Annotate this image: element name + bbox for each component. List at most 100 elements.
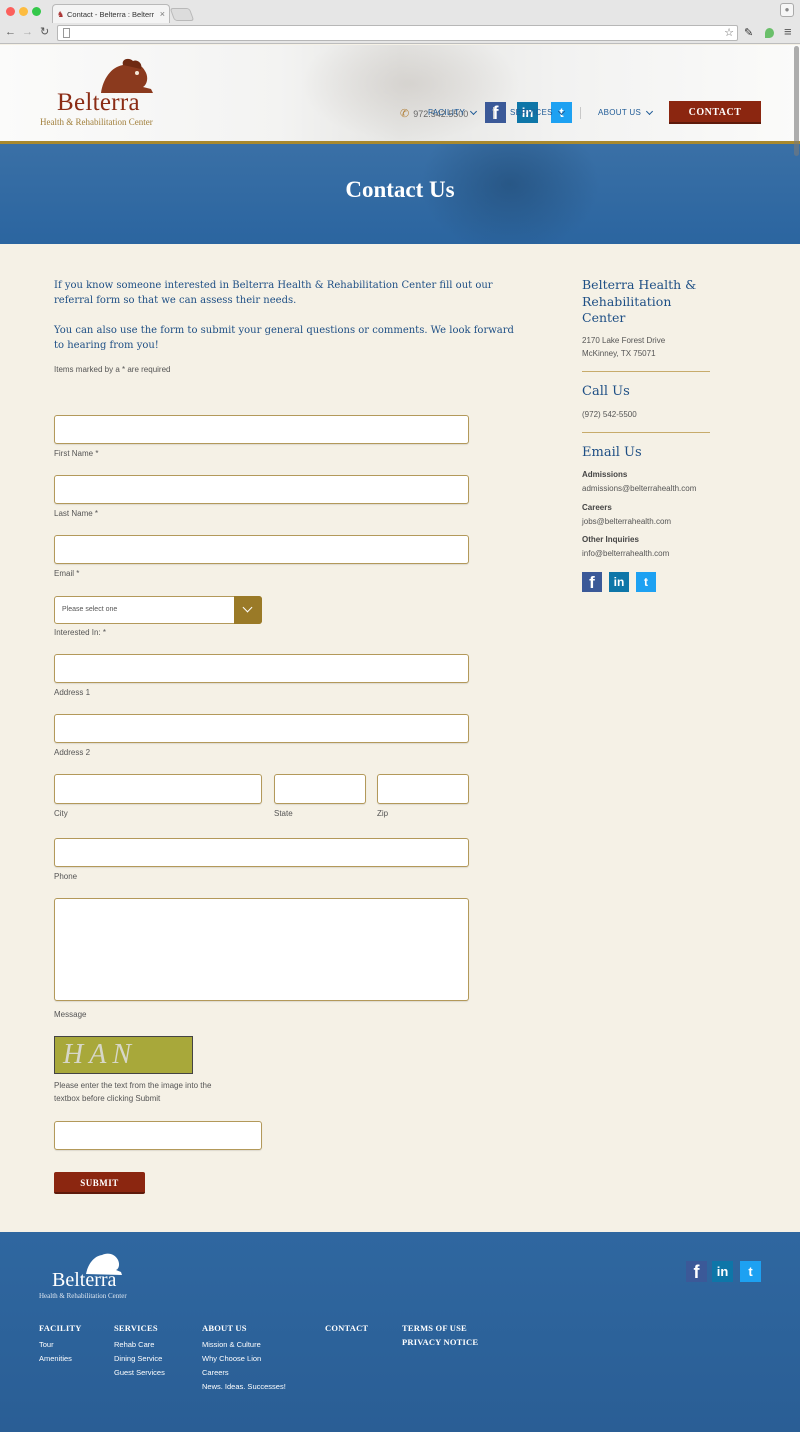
first-name-input[interactable] (54, 415, 469, 444)
footer-column-services: SERVICES Rehab Care Dining Service Guest… (114, 1323, 165, 1380)
sidebar-address-line1: 2170 Lake Forest Drive (582, 336, 666, 345)
footer-link[interactable]: Amenities (39, 1352, 82, 1366)
state-input[interactable] (274, 774, 366, 804)
minimize-window-button[interactable] (19, 7, 28, 16)
captcha-input[interactable] (54, 1121, 262, 1150)
footer-heading-terms[interactable]: TERMS OF USE (402, 1323, 478, 1333)
maximize-window-button[interactable] (32, 7, 41, 16)
email-us-heading: Email Us (582, 445, 642, 460)
last-name-label: Last Name * (54, 509, 99, 518)
nav-facility-label: FACILITY (428, 108, 466, 117)
page-title: Contact Us (345, 177, 455, 202)
logo-tagline: Health & Rehabilitation Center (40, 117, 153, 127)
footer-logo-tagline: Health & Rehabilitation Center (39, 1292, 127, 1300)
browser-menu-icon[interactable]: ≡ (784, 24, 792, 39)
zip-label: Zip (377, 809, 389, 818)
tab-title: Contact - Belterra : Belterr (67, 10, 155, 19)
intro-paragraph-secondary: You can also use the form to submit your… (54, 325, 514, 351)
footer-link[interactable]: Guest Services (114, 1366, 165, 1380)
state-label: State (274, 809, 293, 818)
city-input[interactable] (54, 774, 262, 804)
footer-link[interactable]: Tour (39, 1338, 82, 1352)
interested-in-label: Interested In: * (54, 628, 107, 637)
footer-column-facility: FACILITY Tour Amenities (39, 1323, 82, 1366)
close-window-button[interactable] (6, 7, 15, 16)
chevron-down-icon (646, 107, 654, 115)
address2-input[interactable] (54, 714, 469, 743)
footer-link[interactable]: Dining Service (114, 1352, 165, 1366)
interested-in-select[interactable]: Please select one (54, 596, 262, 624)
first-name-label: First Name * (54, 449, 99, 458)
facebook-icon[interactable]: f (686, 1261, 707, 1282)
profile-icon[interactable]: ● (780, 3, 794, 17)
facebook-icon[interactable]: f (582, 572, 602, 592)
nav-about-us[interactable]: ABOUT US (598, 107, 654, 117)
city-label: City (54, 809, 68, 818)
careers-label: Careers (582, 503, 612, 512)
sidebar-divider (582, 371, 710, 372)
nav-services-label: SERVICES (510, 108, 553, 117)
footer-link[interactable]: News. Ideas. Successes! (202, 1380, 286, 1394)
footer-link[interactable]: Mission & Culture (202, 1338, 286, 1352)
header-background-photo (300, 45, 520, 142)
footer-link[interactable]: Why Choose Lion (202, 1352, 286, 1366)
extension-leaf-icon[interactable] (765, 28, 774, 38)
nav-services[interactable]: SERVICES (510, 107, 565, 117)
page-scrollbar[interactable] (794, 46, 799, 156)
address-bar[interactable]: ☆ (57, 25, 738, 41)
footer-heading-facility[interactable]: FACILITY (39, 1323, 82, 1333)
careers-email[interactable]: jobs@belterrahealth.com (582, 515, 671, 528)
linkedin-icon[interactable]: in (609, 572, 629, 592)
footer-logo-wordmark[interactable]: Belterra (52, 1269, 116, 1292)
footer-heading-services[interactable]: SERVICES (114, 1323, 165, 1333)
back-button[interactable]: ← (5, 25, 16, 39)
browser-tab[interactable]: ♞ Contact - Belterra : Belterr × (52, 4, 170, 23)
reload-button[interactable]: ↻ (40, 25, 49, 39)
linkedin-icon[interactable]: in (712, 1261, 733, 1282)
twitter-icon[interactable]: t (636, 572, 656, 592)
tab-close-icon[interactable]: × (160, 9, 165, 19)
bookmark-star-icon[interactable]: ☆ (724, 26, 734, 40)
captcha-image: HAN (54, 1036, 193, 1074)
favicon-icon: ♞ (57, 10, 65, 19)
forward-button[interactable]: → (22, 25, 33, 39)
admissions-email[interactable]: admissions@belterrahealth.com (582, 482, 696, 495)
message-textarea[interactable] (54, 898, 469, 1001)
interested-in-value: Please select one (62, 606, 118, 613)
nav-about-us-label: ABOUT US (598, 108, 642, 117)
logo-wordmark[interactable]: Belterra (57, 89, 140, 117)
nav-facility[interactable]: FACILITY (428, 107, 478, 117)
facebook-icon[interactable]: f (485, 102, 506, 123)
twitter-icon[interactable]: t (740, 1261, 761, 1282)
chevron-down-icon[interactable] (234, 596, 262, 624)
zip-input[interactable] (377, 774, 469, 804)
phone-label: Phone (54, 872, 78, 881)
address1-input[interactable] (54, 654, 469, 683)
address2-label: Address 2 (54, 748, 91, 757)
footer-link[interactable]: Careers (202, 1366, 286, 1380)
footer-heading-contact[interactable]: CONTACT (325, 1323, 368, 1333)
submit-button[interactable]: SUBMIT (54, 1172, 145, 1194)
footer-link[interactable]: Rehab Care (114, 1338, 165, 1352)
admissions-label: Admissions (582, 470, 628, 479)
sidebar-phone[interactable]: (972) 542-5500 (582, 408, 637, 421)
phone-input[interactable] (54, 838, 469, 867)
captcha-instructions: Please enter the text from the image int… (54, 1081, 212, 1103)
footer-heading-privacy[interactable]: PRIVACY NOTICE (402, 1337, 478, 1347)
sidebar-address-line2: McKinney, TX 75071 (582, 349, 656, 358)
intro-paragraph: If you know someone interested in Belter… (54, 280, 493, 306)
site-header: Belterra Health & Rehabilitation Center … (0, 45, 800, 142)
email-input[interactable] (54, 535, 469, 564)
phone-icon: ✆ (400, 108, 410, 120)
contact-button[interactable]: CONTACT (669, 101, 761, 124)
sidebar-org-name: Belterra Health & Rehabilitation Center (582, 277, 697, 325)
other-inquiries-email[interactable]: info@belterrahealth.com (582, 547, 669, 560)
message-label: Message (54, 1010, 87, 1019)
new-tab-button[interactable] (169, 8, 195, 21)
footer-heading-about[interactable]: ABOUT US (202, 1323, 286, 1333)
footer-column-legal: TERMS OF USE PRIVACY NOTICE (402, 1323, 478, 1352)
extension-pen-icon[interactable]: ✎ (744, 26, 753, 39)
nav-divider (580, 107, 581, 119)
last-name-input[interactable] (54, 475, 469, 504)
footer-column-about: ABOUT US Mission & Culture Why Choose Li… (202, 1323, 286, 1394)
